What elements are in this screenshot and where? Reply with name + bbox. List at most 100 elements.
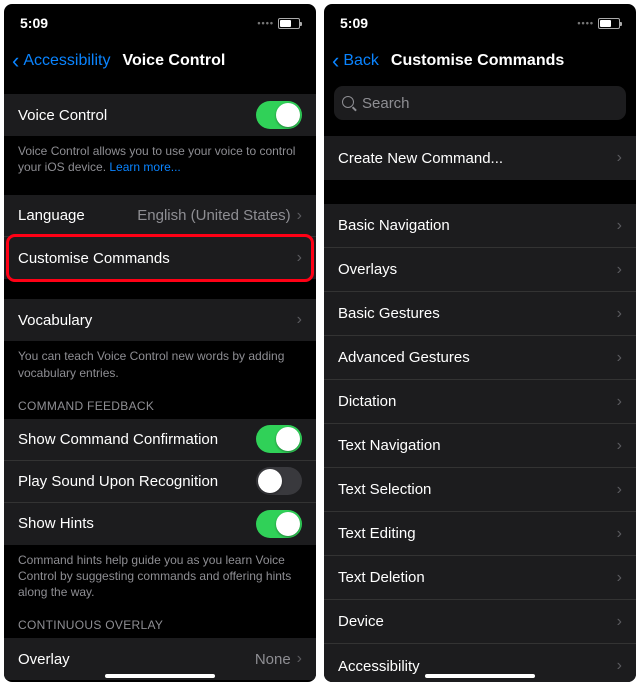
chevron-right-icon: ›: [297, 207, 302, 225]
back-chevron-icon[interactable]: ‹: [12, 50, 19, 72]
status-bar: 5:09 ••••: [324, 4, 636, 42]
row-language[interactable]: Language English (United States) ›: [4, 195, 316, 237]
search-placeholder: Search: [362, 95, 410, 112]
category-label: Advanced Gestures: [338, 349, 617, 366]
group-voice-control: Voice Control: [4, 94, 316, 136]
group-categories: Basic Navigation›Overlays›Basic Gestures…: [324, 204, 636, 682]
create-command-label: Create New Command...: [338, 150, 617, 167]
signal-dots: ••••: [577, 18, 594, 28]
content-scroll[interactable]: Search Create New Command... › Basic Nav…: [324, 80, 636, 682]
status-right: ••••: [577, 18, 620, 29]
nav-bar: ‹ Accessibility Voice Control: [4, 42, 316, 80]
signal-dots: ••••: [257, 18, 274, 28]
voice-control-toggle[interactable]: [256, 101, 302, 129]
status-time: 5:09: [340, 15, 368, 31]
chevron-right-icon: ›: [617, 149, 622, 167]
row-voice-control-toggle[interactable]: Voice Control: [4, 94, 316, 136]
chevron-right-icon: ›: [297, 650, 302, 668]
row-category[interactable]: Advanced Gestures›: [324, 336, 636, 380]
row-category[interactable]: Device›: [324, 600, 636, 644]
category-label: Text Deletion: [338, 569, 617, 586]
category-label: Basic Navigation: [338, 217, 617, 234]
battery-icon: [278, 18, 300, 29]
group-vocabulary: Vocabulary ›: [4, 299, 316, 341]
back-chevron-icon[interactable]: ‹: [332, 50, 339, 72]
group-create: Create New Command... ›: [324, 136, 636, 180]
chevron-right-icon: ›: [617, 305, 622, 323]
back-button[interactable]: Back: [343, 52, 379, 70]
category-label: Overlays: [338, 261, 617, 278]
search-input[interactable]: Search: [334, 86, 626, 120]
group-feedback: Show Command Confirmation Play Sound Upo…: [4, 419, 316, 545]
category-label: Basic Gestures: [338, 305, 617, 322]
phone-customise-commands: 5:09 •••• ‹ Back Customise Commands Sear…: [324, 4, 636, 682]
language-value: English (United States): [137, 207, 290, 224]
row-create-command[interactable]: Create New Command... ›: [324, 136, 636, 180]
status-bar: 5:09 ••••: [4, 4, 316, 42]
search-icon: [342, 96, 356, 110]
row-category[interactable]: Text Editing›: [324, 512, 636, 556]
row-show-hints[interactable]: Show Hints: [4, 503, 316, 545]
chevron-right-icon: ›: [617, 569, 622, 587]
row-play-sound[interactable]: Play Sound Upon Recognition: [4, 461, 316, 503]
chevron-right-icon: ›: [617, 525, 622, 543]
learn-more-link[interactable]: Learn more...: [109, 160, 180, 174]
row-category[interactable]: Dictation›: [324, 380, 636, 424]
chevron-right-icon: ›: [297, 249, 302, 267]
category-label: Text Navigation: [338, 437, 617, 454]
show-hints-toggle[interactable]: [256, 510, 302, 538]
chevron-right-icon: ›: [297, 311, 302, 329]
nav-bar: ‹ Back Customise Commands: [324, 42, 636, 80]
chevron-right-icon: ›: [617, 393, 622, 411]
category-label: Dictation: [338, 393, 617, 410]
page-title: Voice Control: [122, 52, 225, 70]
row-category[interactable]: Overlays›: [324, 248, 636, 292]
category-label: Text Editing: [338, 525, 617, 542]
vocabulary-description: You can teach Voice Control new words by…: [4, 341, 316, 380]
row-category[interactable]: Basic Gestures›: [324, 292, 636, 336]
page-title: Customise Commands: [391, 52, 564, 70]
language-label: Language: [18, 207, 137, 224]
row-vocabulary[interactable]: Vocabulary ›: [4, 299, 316, 341]
battery-icon: [598, 18, 620, 29]
voice-control-label: Voice Control: [18, 107, 256, 124]
vocabulary-label: Vocabulary: [18, 312, 297, 329]
search-wrap: Search: [324, 80, 636, 130]
row-show-confirmation[interactable]: Show Command Confirmation: [4, 419, 316, 461]
overlay-label: Overlay: [18, 651, 255, 668]
chevron-right-icon: ›: [617, 437, 622, 455]
overlay-header: CONTINUOUS OVERLAY: [4, 600, 316, 638]
chevron-right-icon: ›: [617, 657, 622, 675]
content-scroll[interactable]: Voice Control Voice Control allows you t…: [4, 80, 316, 682]
home-indicator[interactable]: [105, 674, 215, 678]
show-hints-label: Show Hints: [18, 515, 256, 532]
play-sound-toggle[interactable]: [256, 467, 302, 495]
status-right: ••••: [257, 18, 300, 29]
voice-control-description: Voice Control allows you to use your voi…: [4, 136, 316, 175]
chevron-right-icon: ›: [617, 613, 622, 631]
feedback-header: COMMAND FEEDBACK: [4, 381, 316, 419]
customise-commands-label: Customise Commands: [18, 250, 297, 267]
phone-voice-control: 5:09 •••• ‹ Accessibility Voice Control …: [4, 4, 316, 682]
row-customise-commands[interactable]: Customise Commands ›: [4, 237, 316, 279]
show-confirmation-toggle[interactable]: [256, 425, 302, 453]
chevron-right-icon: ›: [617, 217, 622, 235]
play-sound-label: Play Sound Upon Recognition: [18, 473, 256, 490]
home-indicator[interactable]: [425, 674, 535, 678]
chevron-right-icon: ›: [617, 261, 622, 279]
chevron-right-icon: ›: [617, 349, 622, 367]
category-label: Text Selection: [338, 481, 617, 498]
show-confirmation-label: Show Command Confirmation: [18, 431, 256, 448]
chevron-right-icon: ›: [617, 481, 622, 499]
category-label: Device: [338, 613, 617, 630]
row-category[interactable]: Text Navigation›: [324, 424, 636, 468]
back-button[interactable]: Accessibility: [23, 52, 110, 70]
category-label: Accessibility: [338, 658, 617, 675]
row-category[interactable]: Basic Navigation›: [324, 204, 636, 248]
group-language: Language English (United States) › Custo…: [4, 195, 316, 279]
row-category[interactable]: Text Selection›: [324, 468, 636, 512]
overlay-value: None: [255, 651, 291, 668]
hints-description: Command hints help guide you as you lear…: [4, 545, 316, 601]
row-category[interactable]: Text Deletion›: [324, 556, 636, 600]
status-time: 5:09: [20, 15, 48, 31]
